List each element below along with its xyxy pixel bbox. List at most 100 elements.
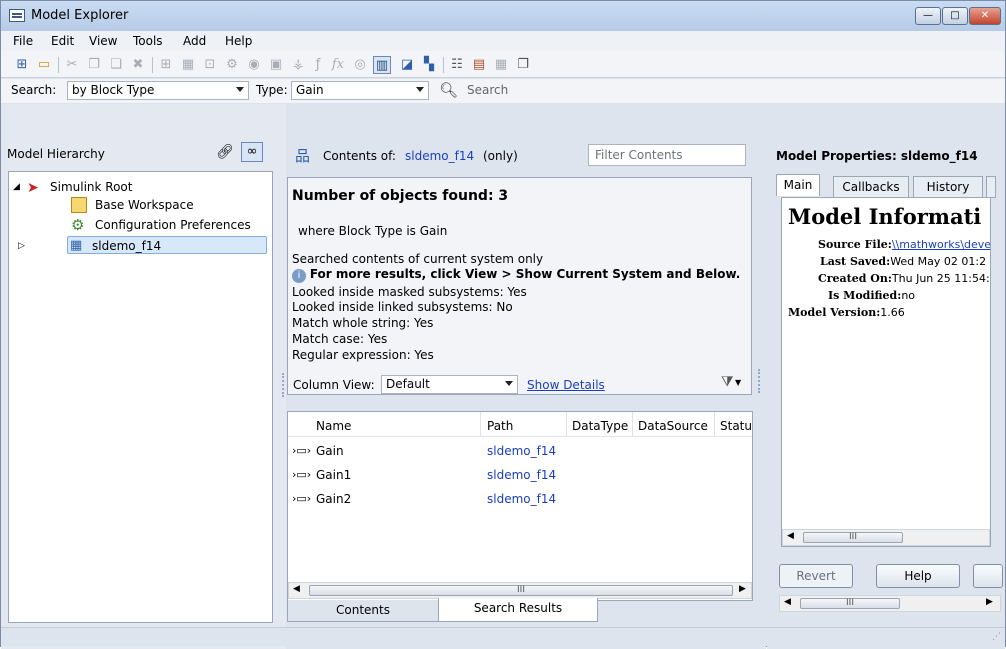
chevron-down-icon[interactable]: ▼ [735,378,741,387]
paste-icon[interactable]: ❏ [107,56,125,74]
search-button[interactable]: Search [467,83,508,97]
maximize-button[interactable]: □ [942,7,968,25]
tree-item-label: Simulink Root [50,180,133,194]
column-header-datasource[interactable]: DataSource [638,419,708,433]
link-icon[interactable]: 🔗︎ [216,144,234,160]
menu-help[interactable]: Help [225,34,252,48]
stateflow-icon[interactable]: ◉ [245,56,263,74]
resize-grip-icon[interactable]: ⋰ [992,632,1001,642]
search-icon[interactable]: 🔍︎ [439,81,458,99]
tab-contents[interactable]: Contents [287,600,439,622]
splitter-grip[interactable] [282,373,285,397]
column-view-icon[interactable]: ▥ [373,56,391,74]
signal-icon[interactable]: ⚙ [223,56,241,74]
detail-line: Match whole string: Yes [292,316,434,330]
properties-hscrollbar[interactable]: ◀ III [782,529,990,546]
property-icon[interactable]: ▚ [420,56,438,74]
tab-callbacks[interactable]: Callbacks [833,176,909,198]
scroll-right-arrow-icon[interactable]: ▶ [986,597,993,607]
splitter-grip[interactable] [758,369,761,393]
gain-icon[interactable]: ⚶ [289,56,307,74]
table-header: Name Path DataType DataSource Statu [288,412,752,437]
menu-add[interactable]: Add [183,34,206,48]
scroll-right-arrow-icon[interactable]: ▶ [739,584,746,594]
property-value: Thu Jun 25 11:54: [891,272,990,285]
column-divider [480,412,481,437]
scrollbar-thumb[interactable]: III [800,598,900,609]
filter-contents-input[interactable]: Filter Contents [588,144,746,166]
tab-overflow[interactable] [986,176,996,198]
model-ref-icon[interactable]: ▤ [470,56,488,74]
tab-history[interactable]: History [913,176,983,198]
map-icon[interactable]: ▦ [492,56,510,74]
help-button[interactable]: Help [876,564,960,588]
simulink-root-icon: ➤ [27,180,39,196]
open-folder-icon[interactable]: ▭ [35,56,53,74]
glasses-icon[interactable]: ∞ [241,142,263,162]
tree-item-label: sldemo_f14 [92,239,162,253]
workspace-icon [71,197,87,213]
menu-bar: File Edit View Tools Add Help [1,31,1005,51]
row-path-link[interactable]: sldemo_f14 [487,466,556,484]
tab-main[interactable]: Main [776,174,820,196]
menu-tools[interactable]: Tools [133,34,163,48]
menu-file[interactable]: File [13,34,33,48]
expand-arrow-icon[interactable]: ▷ [18,237,25,255]
properties-bottom-scrollbar[interactable]: ◀ III ▶ [779,595,1001,612]
table-row[interactable]: ›▭› Gain1 sldemo_f14 [288,466,752,484]
row-path-link[interactable]: sldemo_f14 [487,490,556,508]
property-value: 1.66 [880,306,905,319]
detail-line: Regular expression: Yes [292,348,434,362]
scroll-left-arrow-icon[interactable]: ◀ [787,531,794,541]
function-icon[interactable]: ƒ [309,56,327,74]
copy-icon[interactable]: ❐ [85,56,103,74]
add-data-icon[interactable]: ⊡ [201,56,219,74]
matrix-icon[interactable]: ▦ [179,56,197,74]
hierarchy-icon[interactable]: ◪ [398,56,416,74]
cut-icon[interactable]: ✂ [63,56,81,74]
source-file-link[interactable]: \\mathworks\deve [892,238,990,251]
table-row[interactable]: ›▭› Gain2 sldemo_f14 [288,490,752,508]
report-icon[interactable]: ☷ [448,56,466,74]
tab-search-results[interactable]: Search Results [438,598,598,622]
scroll-left-arrow-icon[interactable]: ◀ [784,597,791,607]
property-created-on: Created On:Thu Jun 25 11:54: [818,272,990,285]
menu-edit[interactable]: Edit [51,34,74,48]
fx-icon[interactable]: fx [329,56,347,74]
column-header-status[interactable]: Statu [720,419,752,433]
property-source-file: Source File:\\mathworks\deve [818,238,990,251]
minimize-button[interactable]: — [915,7,941,25]
show-details-link[interactable]: Show Details [527,378,605,392]
menu-view[interactable]: View [89,34,117,48]
search-by-dropdown[interactable]: by Block Type [67,81,249,100]
tree-item-sldemo-f14[interactable]: ▷ ▦ sldemo_f14 [18,236,267,254]
new-model-icon[interactable]: ⊞ [13,56,31,74]
horizontal-scrollbar[interactable]: ◀ III ▶ [288,582,752,599]
scrollbar-thumb[interactable]: III [803,532,903,543]
scroll-left-arrow-icon[interactable]: ◀ [293,584,300,594]
apply-button[interactable] [973,564,1003,588]
scrollbar-thumb[interactable]: III [309,585,733,596]
column-header-datatype[interactable]: DataType [572,419,628,433]
column-header-path[interactable]: Path [487,419,513,433]
column-view-dropdown[interactable]: Default [381,375,518,394]
config-icon: ⚙ [71,216,85,234]
revert-button[interactable]: Revert [779,564,853,588]
chevron-down-icon [416,87,424,92]
delete-icon[interactable]: ✖ [129,56,147,74]
chevron-down-icon [236,87,244,92]
type-dropdown[interactable]: Gain [291,81,429,100]
copy-settings-icon[interactable]: ❐ [514,56,532,74]
title-bar: Model Explorer — □ ✕ [1,1,1005,31]
grid-icon[interactable]: ⊞ [157,56,175,74]
target-icon[interactable]: ◎ [351,56,369,74]
table-row[interactable]: ›▭› Gain sldemo_f14 [288,442,752,460]
frame-icon[interactable]: ▣ [267,56,285,74]
search-by-value: by Block Type [72,83,155,97]
close-button[interactable]: ✕ [969,7,1001,25]
filter-funnel-icon[interactable]: ⧩ [721,374,734,390]
row-path-link[interactable]: sldemo_f14 [487,442,556,460]
column-header-name[interactable]: Name [316,419,351,433]
contents-model-link[interactable]: sldemo_f14 [405,149,474,163]
collapse-arrow-icon[interactable]: ◢ [13,178,20,196]
